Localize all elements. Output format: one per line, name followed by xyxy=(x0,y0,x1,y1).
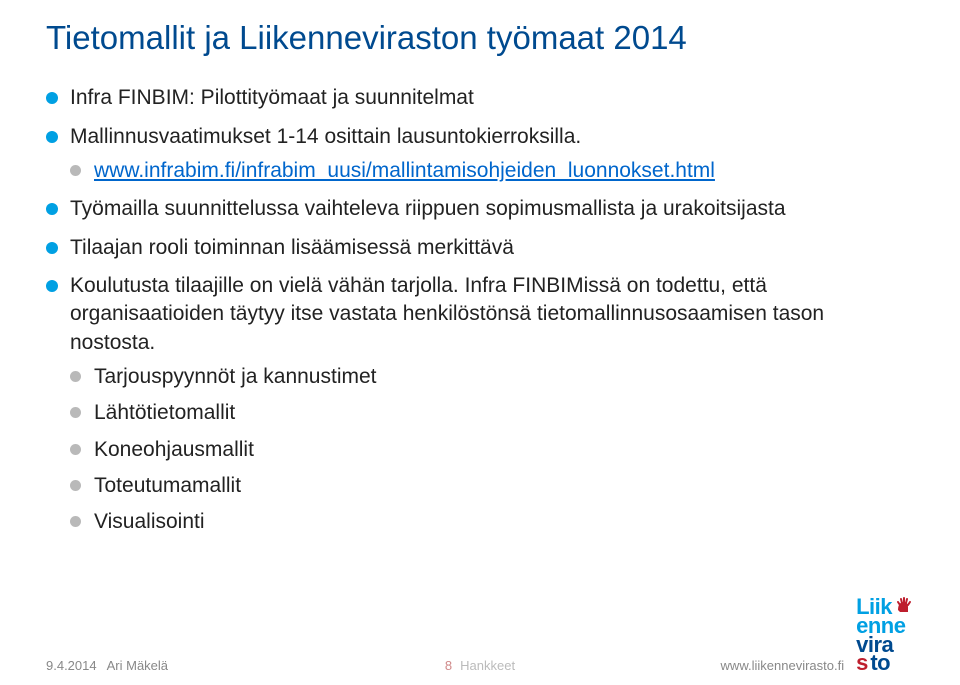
list-item: Työmailla suunnittelussa vaihteleva riip… xyxy=(46,195,914,223)
infrabim-link[interactable]: www.infrabim.fi/infrabim_uusi/mallintami… xyxy=(94,159,715,182)
footer-author: Ari Mäkelä xyxy=(107,658,168,673)
sublist-item: Lähtötietomallit xyxy=(70,399,914,427)
list-text: Mallinnusvaatimukset 1-14 osittain lausu… xyxy=(70,125,581,148)
page-number: 8 xyxy=(445,658,452,673)
logo-text: to xyxy=(870,654,890,673)
sublist-item: Koneohjausmallit xyxy=(70,436,914,464)
list-text: Tilaajan rooli toiminnan lisäämisessä me… xyxy=(70,236,514,259)
footer: 9.4.2014 Ari Mäkelä 8 Hankkeet www.liike… xyxy=(0,596,960,673)
list-text: Työmailla suunnittelussa vaihteleva riip… xyxy=(70,197,786,220)
sublist-text: Visualisointi xyxy=(94,510,205,533)
footer-date: 9.4.2014 xyxy=(46,658,97,673)
list-item: Tilaajan rooli toiminnan lisäämisessä me… xyxy=(46,234,914,262)
bullet-list: Infra FINBIM: Pilottityömaat ja suunnite… xyxy=(46,84,914,536)
footer-left: 9.4.2014 Ari Mäkelä xyxy=(46,658,168,673)
sublist-text: Koneohjausmallit xyxy=(94,438,254,461)
sublist: www.infrabim.fi/infrabim_uusi/mallintami… xyxy=(70,157,914,185)
sublist: Tarjouspyynnöt ja kannustimet Lähtötieto… xyxy=(70,363,914,537)
footer-center: 8 Hankkeet xyxy=(445,658,515,673)
footer-url: www.liikennevirasto.fi xyxy=(721,658,845,673)
list-item: Infra FINBIM: Pilottityömaat ja suunnite… xyxy=(46,84,914,112)
sublist-text: Lähtötietomallit xyxy=(94,401,235,424)
logo-text: s xyxy=(856,654,868,673)
footer-right: www.liikennevirasto.fi Liik enne vira xyxy=(721,596,914,673)
liikennevirasto-logo: Liik enne vira sto xyxy=(856,596,914,673)
list-text: Infra FINBIM: Pilottityömaat ja suunnite… xyxy=(70,86,474,109)
footer-section: Hankkeet xyxy=(460,658,515,673)
sublist-item: Toteutumamallit xyxy=(70,472,914,500)
sublist-item: Visualisointi xyxy=(70,508,914,536)
sublist-item: www.infrabim.fi/infrabim_uusi/mallintami… xyxy=(70,157,914,185)
page-title: Tietomallit ja Liikenneviraston työmaat … xyxy=(46,20,914,56)
list-item: Koulutusta tilaajille on vielä vähän tar… xyxy=(46,272,914,537)
sublist-text: Tarjouspyynnöt ja kannustimet xyxy=(94,365,377,388)
list-item: Mallinnusvaatimukset 1-14 osittain lausu… xyxy=(46,123,914,186)
sublist-text: Toteutumamallit xyxy=(94,474,241,497)
sublist-item: Tarjouspyynnöt ja kannustimet xyxy=(70,363,914,391)
list-text: Koulutusta tilaajille on vielä vähän tar… xyxy=(70,274,824,354)
